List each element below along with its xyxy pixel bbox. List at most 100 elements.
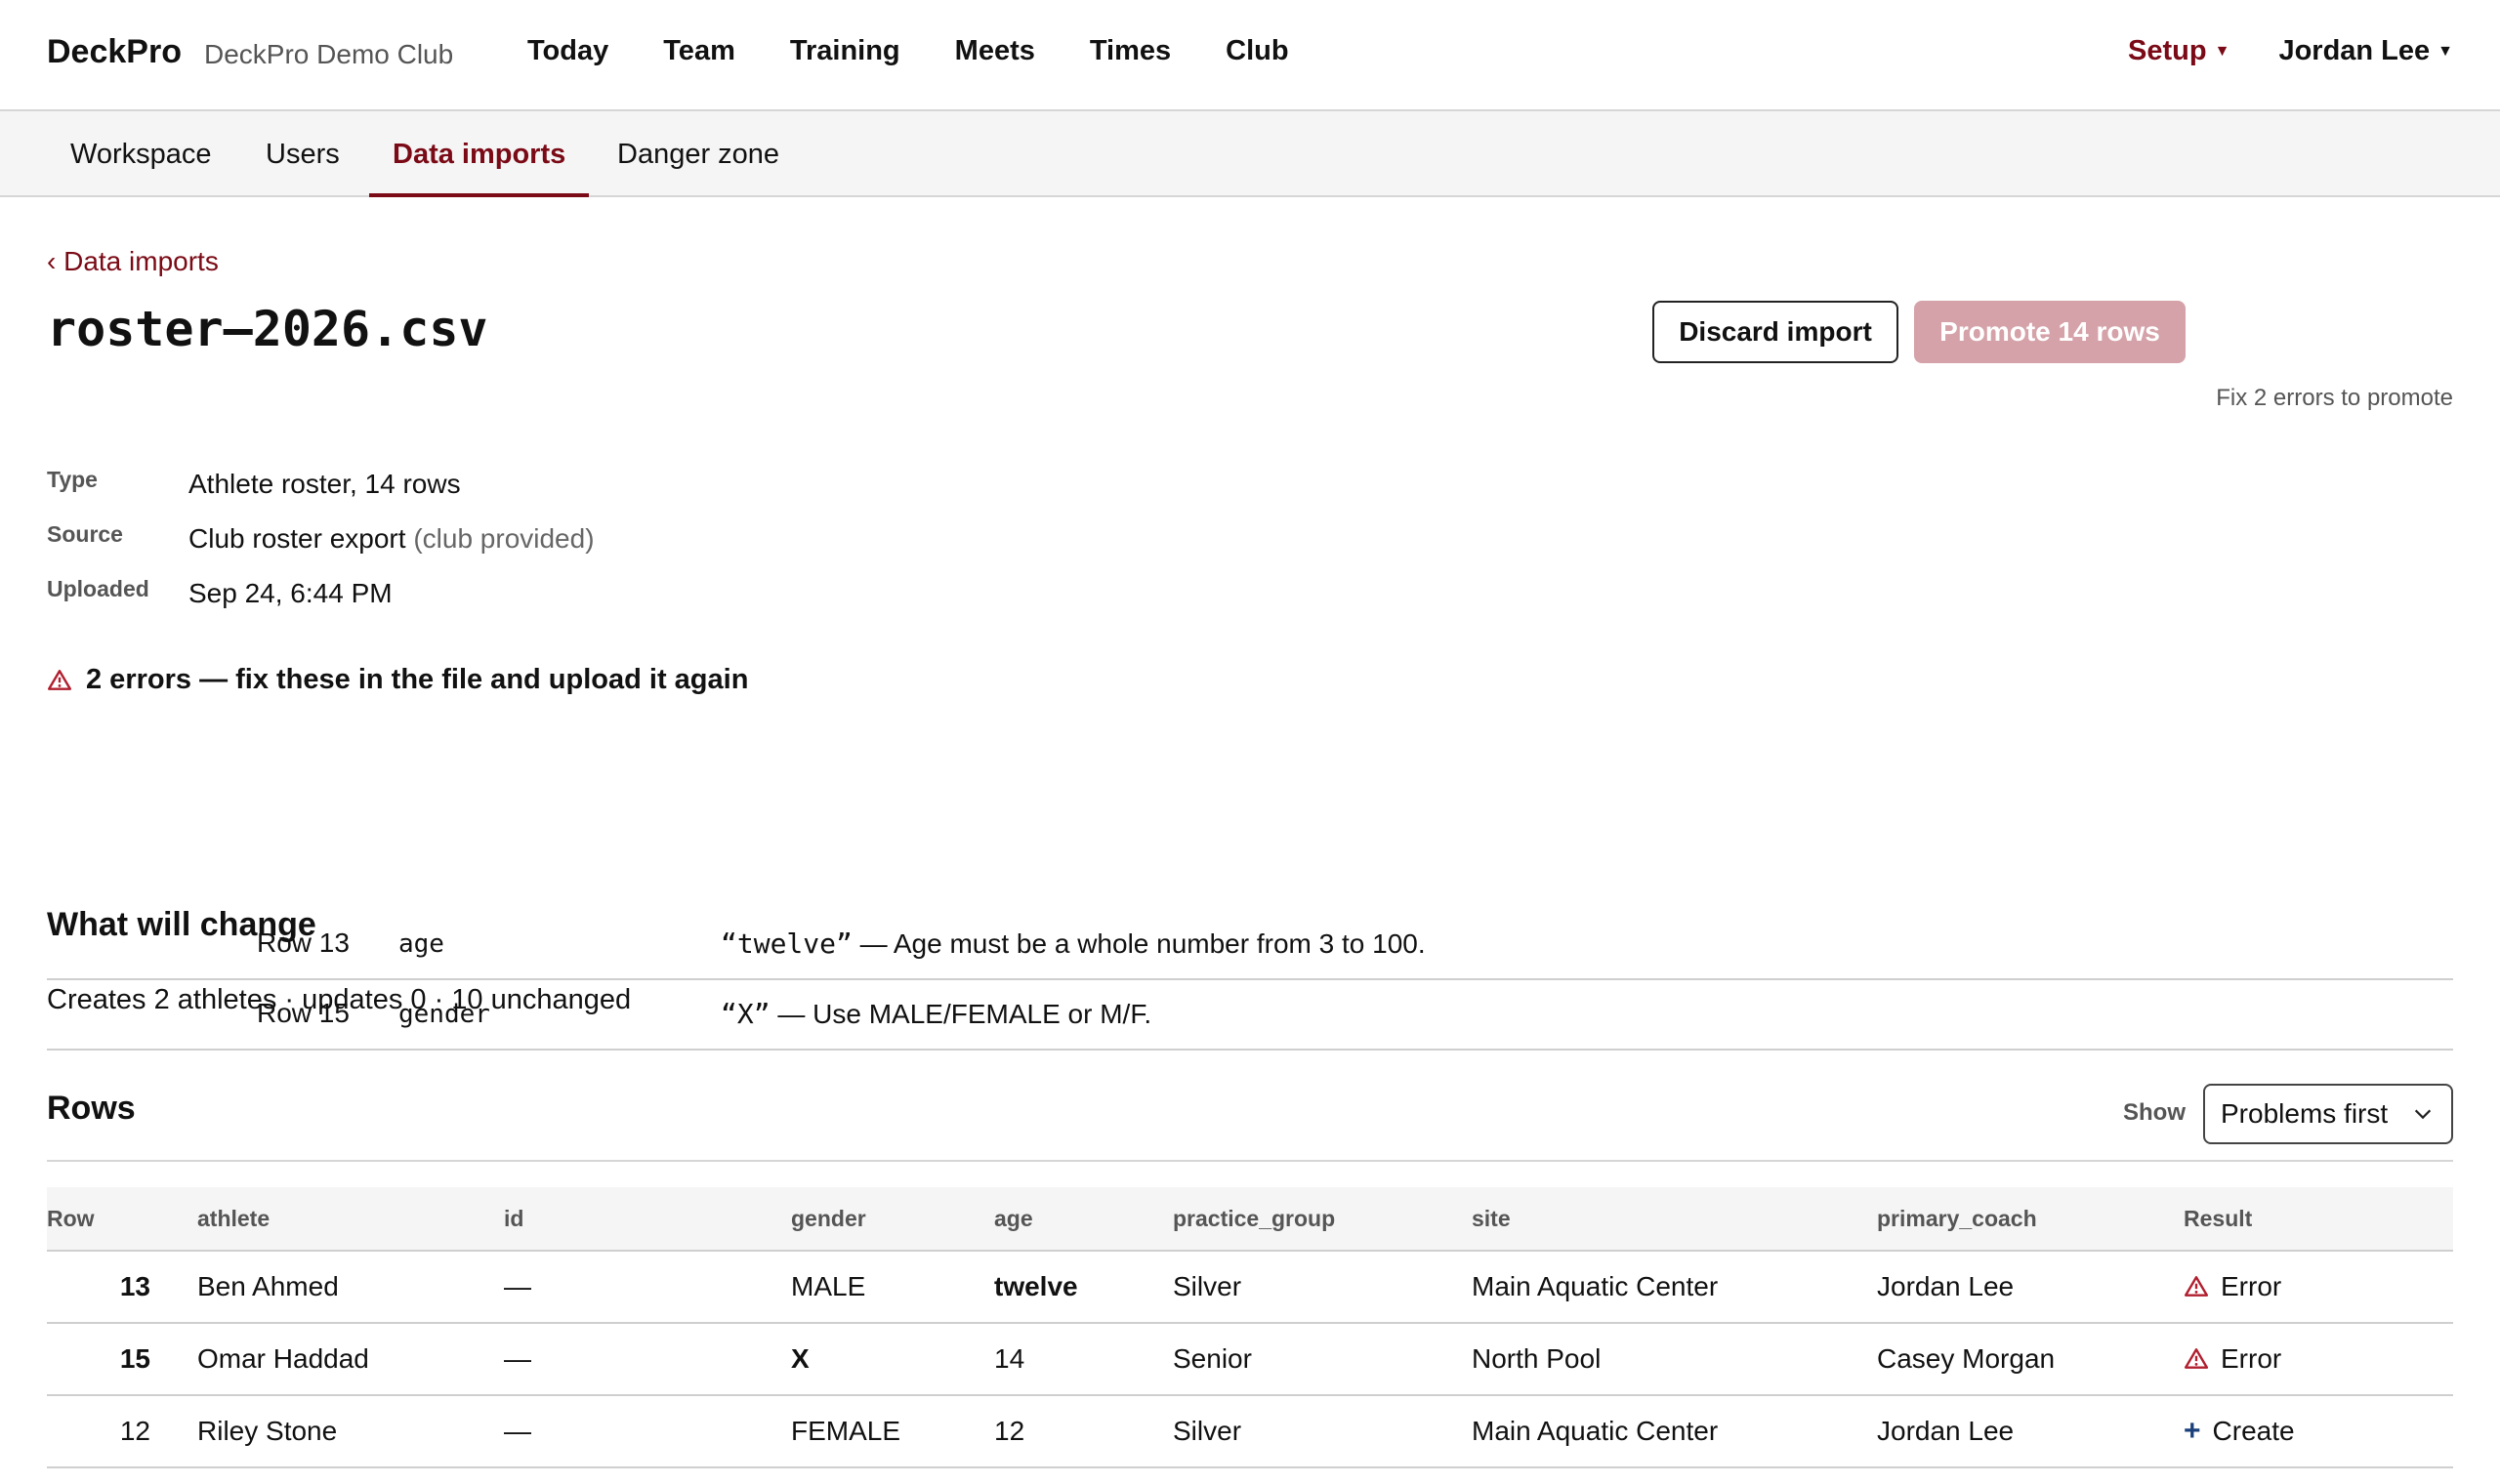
discard-import-button[interactable]: Discard import (1652, 301, 1898, 363)
table-row[interactable]: 13 Ben Ahmed — MALE twelve Silver Main A… (47, 1251, 2453, 1324)
practice-group-cell: Silver (1173, 1395, 1472, 1468)
tab-data-imports[interactable]: Data imports (369, 111, 590, 197)
nav-club[interactable]: Club (1226, 35, 1288, 67)
page-title: roster–2026.csv (47, 301, 488, 357)
caret-down-icon: ▼ (2214, 43, 2230, 60)
meta-type-value: Athlete roster, 14 rows (188, 469, 461, 499)
gender-cell: X (791, 1323, 994, 1396)
column-header-primary-coach: primary_coach (1877, 1187, 2184, 1252)
error-message: “X” — Use MALE/FEMALE or M/F. (721, 998, 1151, 1030)
result-cell: + Create (2184, 1395, 2453, 1468)
age-cell: 14 (994, 1323, 1173, 1396)
promote-rows-button[interactable]: Promote 14 rows (1914, 301, 2186, 363)
practice-group-cell: Silver (1173, 1251, 1472, 1324)
site-cell: Main Aquatic Center (1472, 1251, 1877, 1324)
rows-title: Rows (47, 1090, 136, 1127)
chevron-down-icon (2414, 1109, 2432, 1120)
table-header-row: Row athlete id gender age practice_group… (47, 1187, 2453, 1252)
meta-uploaded-value: Sep 24, 6:44 PM (188, 578, 393, 608)
table-row[interactable]: 12 Riley Stone — FEMALE 12 Silver Main A… (47, 1395, 2453, 1468)
site-cell: North Pool (1472, 1323, 1877, 1396)
result-label: Error (2221, 1271, 2282, 1301)
changes-summary: Creates 2 athletes · updates 0 · 10 unch… (47, 984, 632, 1015)
practice-group-cell: Senior (1173, 1323, 1472, 1396)
result-label: Error (2221, 1343, 2282, 1374)
warning-triangle-icon (2184, 1348, 2209, 1369)
primary-coach-cell: Casey Morgan (1877, 1323, 2184, 1396)
top-navigation-bar: DeckPro DeckPro Demo Club Today Team Tra… (0, 0, 2500, 111)
gender-cell: FEMALE (791, 1395, 994, 1468)
result-label: Create (2212, 1416, 2295, 1446)
meta-source-text: Club roster export (188, 523, 406, 554)
row-number: 13 (47, 1251, 197, 1324)
site-cell: Main Aquatic Center (1472, 1395, 1877, 1468)
nav-meets[interactable]: Meets (955, 35, 1035, 67)
age-cell: twelve (994, 1251, 1173, 1324)
rows-table: Row athlete id gender age practice_group… (47, 1187, 2453, 1468)
nav-today[interactable]: Today (527, 35, 608, 67)
setup-menu[interactable]: Setup ▼ (2128, 35, 2229, 67)
error-message-text: — Age must be a whole number from 3 to 1… (852, 928, 1426, 959)
column-header-athlete: athlete (197, 1187, 504, 1252)
id-cell: — (504, 1323, 791, 1396)
plus-icon: + (2184, 1415, 2201, 1447)
errors-heading: 2 errors — fix these in the file and upl… (47, 664, 748, 696)
primary-coach-cell: Jordan Lee (1877, 1251, 2184, 1324)
warning-triangle-icon (47, 669, 72, 690)
id-cell: — (504, 1395, 791, 1468)
show-filter-value: Problems first (2221, 1098, 2389, 1129)
meta-source-note: (club provided) (413, 523, 595, 554)
warning-triangle-icon (2184, 1276, 2209, 1297)
error-item: Row 13 age “twelve” — Age must be a whol… (47, 910, 2453, 980)
promote-hint: Fix 2 errors to promote (2216, 385, 2453, 411)
primary-coach-cell: Jordan Lee (1877, 1395, 2184, 1468)
user-menu-label: Jordan Lee (2278, 35, 2431, 66)
tab-workspace[interactable]: Workspace (47, 111, 235, 197)
rows-divider (47, 1160, 2453, 1162)
column-header-id: id (504, 1187, 791, 1252)
setup-menu-label: Setup (2128, 35, 2207, 66)
main-nav: Today Team Training Meets Times Club (527, 35, 1289, 67)
brand-logo[interactable]: DeckPro (47, 33, 182, 71)
tab-danger-zone[interactable]: Danger zone (594, 111, 803, 197)
gender-cell: MALE (791, 1251, 994, 1324)
nav-training[interactable]: Training (790, 35, 900, 67)
caret-down-icon: ▼ (2438, 43, 2453, 60)
nav-team[interactable]: Team (663, 35, 735, 67)
error-value: “twelve” (721, 928, 853, 960)
error-value: “X” (721, 998, 771, 1030)
changes-title: What will change (47, 906, 316, 943)
meta-type-label: Type (47, 467, 98, 492)
result-cell: Error (2184, 1323, 2453, 1396)
error-message-text: — Use MALE/FEMALE or M/F. (770, 999, 1152, 1029)
errors-heading-text: 2 errors — fix these in the file and upl… (86, 664, 749, 695)
id-cell: — (504, 1251, 791, 1324)
column-header-practice-group: practice_group (1173, 1187, 1472, 1252)
show-filter-select[interactable]: Problems first (2203, 1084, 2453, 1144)
athlete-cell: Omar Haddad (197, 1323, 504, 1396)
result-cell: Error (2184, 1251, 2453, 1324)
row-number: 15 (47, 1323, 197, 1396)
error-message: “twelve” — Age must be a whole number fr… (721, 928, 1426, 960)
user-menu[interactable]: Jordan Lee ▼ (2278, 35, 2453, 67)
athlete-cell: Riley Stone (197, 1395, 504, 1468)
column-header-gender: gender (791, 1187, 994, 1252)
show-label: Show (2123, 1099, 2186, 1126)
top-right-menus: Setup ▼ Jordan Lee ▼ (2128, 35, 2453, 67)
row-number: 12 (47, 1395, 197, 1468)
meta-source-value: Club roster export (club provided) (188, 523, 595, 555)
column-header-row: Row (47, 1187, 197, 1252)
column-header-result: Result (2184, 1187, 2453, 1252)
meta-source-label: Source (47, 521, 123, 547)
column-header-age: age (994, 1187, 1173, 1252)
column-header-site: site (1472, 1187, 1877, 1252)
club-name: DeckPro Demo Club (204, 39, 454, 69)
meta-uploaded-label: Uploaded (47, 576, 149, 601)
nav-times[interactable]: Times (1090, 35, 1171, 67)
athlete-cell: Ben Ahmed (197, 1251, 504, 1324)
age-cell: 12 (994, 1395, 1173, 1468)
table-row[interactable]: 15 Omar Haddad — X 14 Senior North Pool … (47, 1323, 2453, 1396)
sub-navigation-bar: Workspace Users Data imports Danger zone (0, 111, 2500, 197)
back-link[interactable]: ‹ Data imports (47, 246, 219, 277)
tab-users[interactable]: Users (242, 111, 363, 197)
